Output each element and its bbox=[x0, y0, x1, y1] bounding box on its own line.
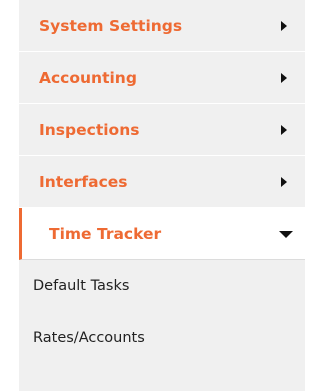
menu-item-system-settings[interactable]: System Settings bbox=[19, 0, 305, 52]
chevron-right-icon bbox=[281, 176, 287, 187]
menu-item-time-tracker[interactable]: Time Tracker bbox=[19, 208, 305, 260]
submenu-item-default-tasks[interactable]: Default Tasks bbox=[19, 260, 305, 312]
menu-item-label: System Settings bbox=[39, 16, 183, 35]
chevron-right-icon bbox=[281, 20, 287, 31]
chevron-down-icon bbox=[279, 230, 293, 238]
menu-item-label: Time Tracker bbox=[49, 224, 162, 243]
chevron-right-icon bbox=[281, 124, 287, 135]
menu-item-label: Interfaces bbox=[39, 172, 128, 191]
sidebar-menu: System Settings Accounting Inspections I… bbox=[19, 0, 305, 391]
menu-item-label: Accounting bbox=[39, 68, 137, 87]
menu-item-inspections[interactable]: Inspections bbox=[19, 104, 305, 156]
chevron-right-icon bbox=[281, 72, 287, 83]
menu-item-accounting[interactable]: Accounting bbox=[19, 52, 305, 104]
submenu-item-rates-accounts[interactable]: Rates/Accounts bbox=[19, 312, 305, 364]
menu-item-interfaces[interactable]: Interfaces bbox=[19, 156, 305, 208]
menu-item-label: Inspections bbox=[39, 120, 140, 139]
submenu-item-label: Default Tasks bbox=[33, 278, 130, 294]
submenu-item-label: Rates/Accounts bbox=[33, 330, 145, 346]
